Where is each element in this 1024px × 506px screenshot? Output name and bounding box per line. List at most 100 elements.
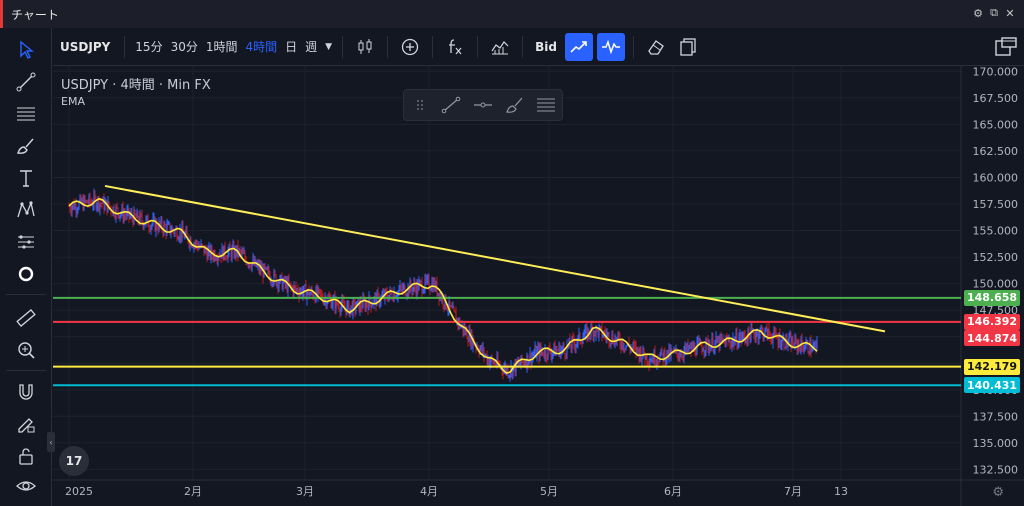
candle-body <box>688 347 690 351</box>
candle-body <box>622 341 624 349</box>
popout-icon[interactable]: ⧉ <box>988 6 1000 19</box>
axis-settings-icon[interactable]: ⚙ <box>992 485 1004 500</box>
chart-pane[interactable]: 170.000 167.500 165.000 162.500 160.000 157.5… <box>47 66 1024 506</box>
text-tool[interactable] <box>10 164 42 192</box>
candle-body <box>576 342 578 345</box>
trend-up-icon <box>570 40 587 53</box>
price-tick-label: 165.000 <box>973 118 1019 131</box>
candle-body <box>713 349 715 352</box>
measure-tool[interactable] <box>10 304 42 332</box>
candle-body <box>115 206 117 217</box>
candle-body <box>76 210 78 212</box>
visibility-tool[interactable] <box>10 472 42 500</box>
close-icon[interactable]: ✕ <box>1004 7 1016 20</box>
timeframe-day[interactable]: 日 <box>281 38 301 55</box>
candle-body <box>196 241 198 246</box>
candle-body <box>736 332 738 347</box>
float-trendline-button[interactable] <box>436 90 468 120</box>
copy-button[interactable] <box>674 33 702 61</box>
symbol-search[interactable]: USDJPY <box>53 40 118 54</box>
float-fib-button[interactable] <box>530 90 562 120</box>
candle-body <box>704 350 706 353</box>
stay-draw-tool[interactable] <box>10 410 42 438</box>
shape-tool[interactable] <box>10 260 42 288</box>
candle-body <box>780 345 782 347</box>
compare-button[interactable] <box>396 33 424 61</box>
indicator-legend[interactable]: EMA <box>61 95 85 108</box>
settings-icon[interactable]: ⚙ <box>972 7 984 20</box>
float-brush-button[interactable] <box>499 90 531 120</box>
tradingview-logo[interactable]: 17 <box>59 446 89 476</box>
zoom-tool[interactable] <box>10 336 42 364</box>
candle-body <box>561 348 563 351</box>
candle-body <box>225 256 227 259</box>
timeframe-1h[interactable]: 1時間 <box>202 38 242 55</box>
grip-icon <box>416 100 423 110</box>
cursor-icon <box>20 40 34 59</box>
candle-body <box>124 214 126 216</box>
candle-body <box>244 252 246 259</box>
indicators-button[interactable] <box>441 33 469 61</box>
timeframe-week[interactable]: 週 <box>301 38 321 55</box>
trendline-tool[interactable] <box>10 68 42 96</box>
price-tick-label: 135.000 <box>973 437 1019 450</box>
candle-body <box>509 374 511 376</box>
candle-body <box>641 357 643 361</box>
timeframe-15m[interactable]: 15分 <box>131 38 166 55</box>
pattern-tool[interactable] <box>10 196 42 224</box>
collapse-toolbar-button[interactable]: ‹ <box>47 432 55 452</box>
float-hline-button[interactable] <box>467 90 499 120</box>
brush-tool[interactable] <box>10 132 42 160</box>
forecast-tool[interactable] <box>10 228 42 256</box>
templates-button[interactable] <box>486 33 514 61</box>
fib-lines-icon <box>537 98 556 112</box>
magnet-tool[interactable] <box>10 378 42 406</box>
auto-trend-button[interactable] <box>564 32 593 61</box>
price-tick-label: 157.500 <box>973 198 1019 211</box>
candle-body <box>602 335 604 337</box>
candle-body <box>319 289 321 294</box>
drag-handle[interactable] <box>404 90 436 120</box>
candle-body <box>266 267 268 270</box>
candle-body <box>811 350 813 352</box>
drawing-toolbar <box>0 28 52 506</box>
timeframe-4h[interactable]: 4時間 <box>242 38 282 55</box>
candle-body <box>743 332 745 336</box>
candle-body <box>318 288 320 290</box>
copy-icon <box>680 37 696 56</box>
candle-body <box>71 206 73 213</box>
timeframe-dropdown[interactable]: ▼ <box>321 42 336 52</box>
candle-body <box>637 347 639 352</box>
candle-body <box>326 302 328 306</box>
candle-body <box>272 283 274 285</box>
candle-body <box>758 335 760 340</box>
candle-body <box>96 205 98 209</box>
candle-body <box>519 364 521 366</box>
candle-body <box>454 310 456 313</box>
layout-button[interactable] <box>992 33 1020 61</box>
candle-body <box>731 341 733 347</box>
candle-body <box>274 272 276 275</box>
lock-tool[interactable] <box>10 442 42 470</box>
candle-body <box>654 351 656 364</box>
candle-body <box>86 200 88 204</box>
fib-tool[interactable] <box>10 100 42 128</box>
candles-icon <box>358 38 372 54</box>
candle-body <box>151 223 153 226</box>
chart-type-button[interactable] <box>351 33 379 61</box>
candle-body <box>366 302 368 305</box>
candle-body <box>129 215 131 217</box>
bid-button[interactable]: Bid <box>529 40 563 54</box>
cursor-tool[interactable] <box>10 36 42 64</box>
clear-button[interactable] <box>642 33 670 61</box>
timeframe-30m[interactable]: 30分 <box>167 38 202 55</box>
chart-canvas[interactable]: 170.000 167.500 165.000 162.500 160.000 157.5… <box>53 66 1024 506</box>
pulse-button[interactable] <box>596 32 625 61</box>
candle-body <box>657 360 659 362</box>
candle-body <box>309 293 311 297</box>
candle-body <box>352 300 354 315</box>
price-tick-label: 170.000 <box>973 66 1019 78</box>
candle-body <box>706 338 708 341</box>
price-tick-label: 150.000 <box>973 278 1019 291</box>
candle-body <box>816 341 818 350</box>
